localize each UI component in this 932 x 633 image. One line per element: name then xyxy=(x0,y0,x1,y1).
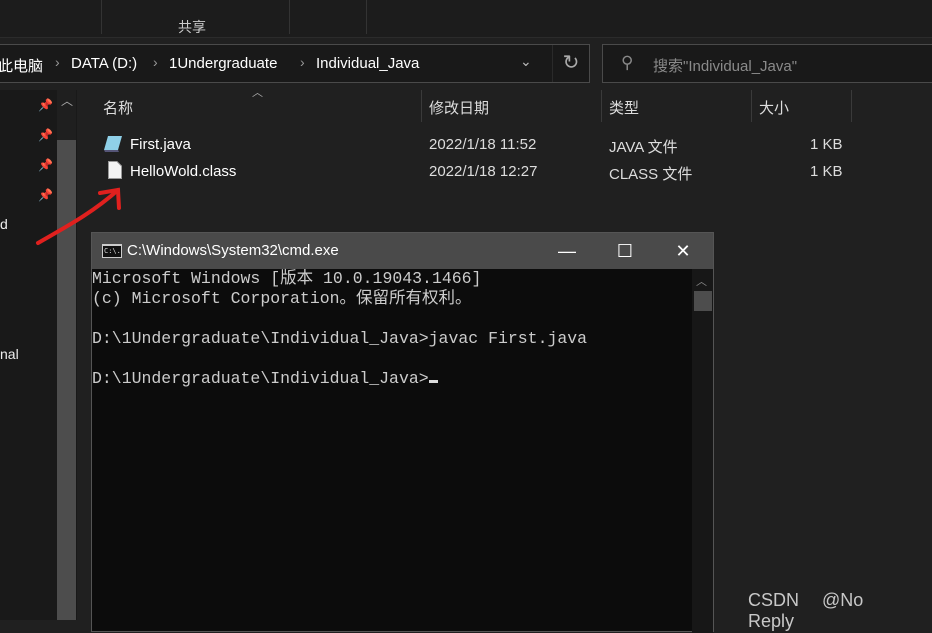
text-cursor xyxy=(428,380,438,383)
close-button[interactable]: ✕ xyxy=(654,233,712,269)
terminal-line: D:\1Undergraduate\Individual_Java>javac … xyxy=(92,329,588,348)
cmd-title: C:\Windows\System32\cmd.exe xyxy=(127,242,339,259)
cmd-title-bar[interactable]: C:\. C:\Windows\System32\cmd.exe — ☐ ✕ xyxy=(92,233,713,269)
watermark: CSDN @No Reply xyxy=(748,590,864,631)
terminal-prompt-line[interactable]: D:\1Undergraduate\Individual_Java> xyxy=(92,369,692,389)
cmd-icon: C:\. xyxy=(102,244,122,258)
terminal-prompt: D:\1Undergraduate\Individual_Java> xyxy=(92,369,429,388)
cmd-scrollbar-thumb[interactable] xyxy=(694,291,712,311)
scroll-up-icon[interactable]: ︿ xyxy=(696,273,707,289)
cmd-window[interactable]: C:\. C:\Windows\System32\cmd.exe — ☐ ✕ M… xyxy=(91,232,714,633)
minimize-button[interactable]: — xyxy=(538,233,596,269)
cmd-scrollbar[interactable]: ︿ xyxy=(692,269,713,633)
terminal-line: (c) Microsoft Corporation。保留所有权利。 xyxy=(92,289,472,308)
maximize-button[interactable]: ☐ xyxy=(596,233,654,269)
terminal-line: Microsoft Windows [版本 10.0.19043.1466] xyxy=(92,269,482,288)
terminal-output[interactable]: Microsoft Windows [版本 10.0.19043.1466] (c… xyxy=(92,269,692,389)
